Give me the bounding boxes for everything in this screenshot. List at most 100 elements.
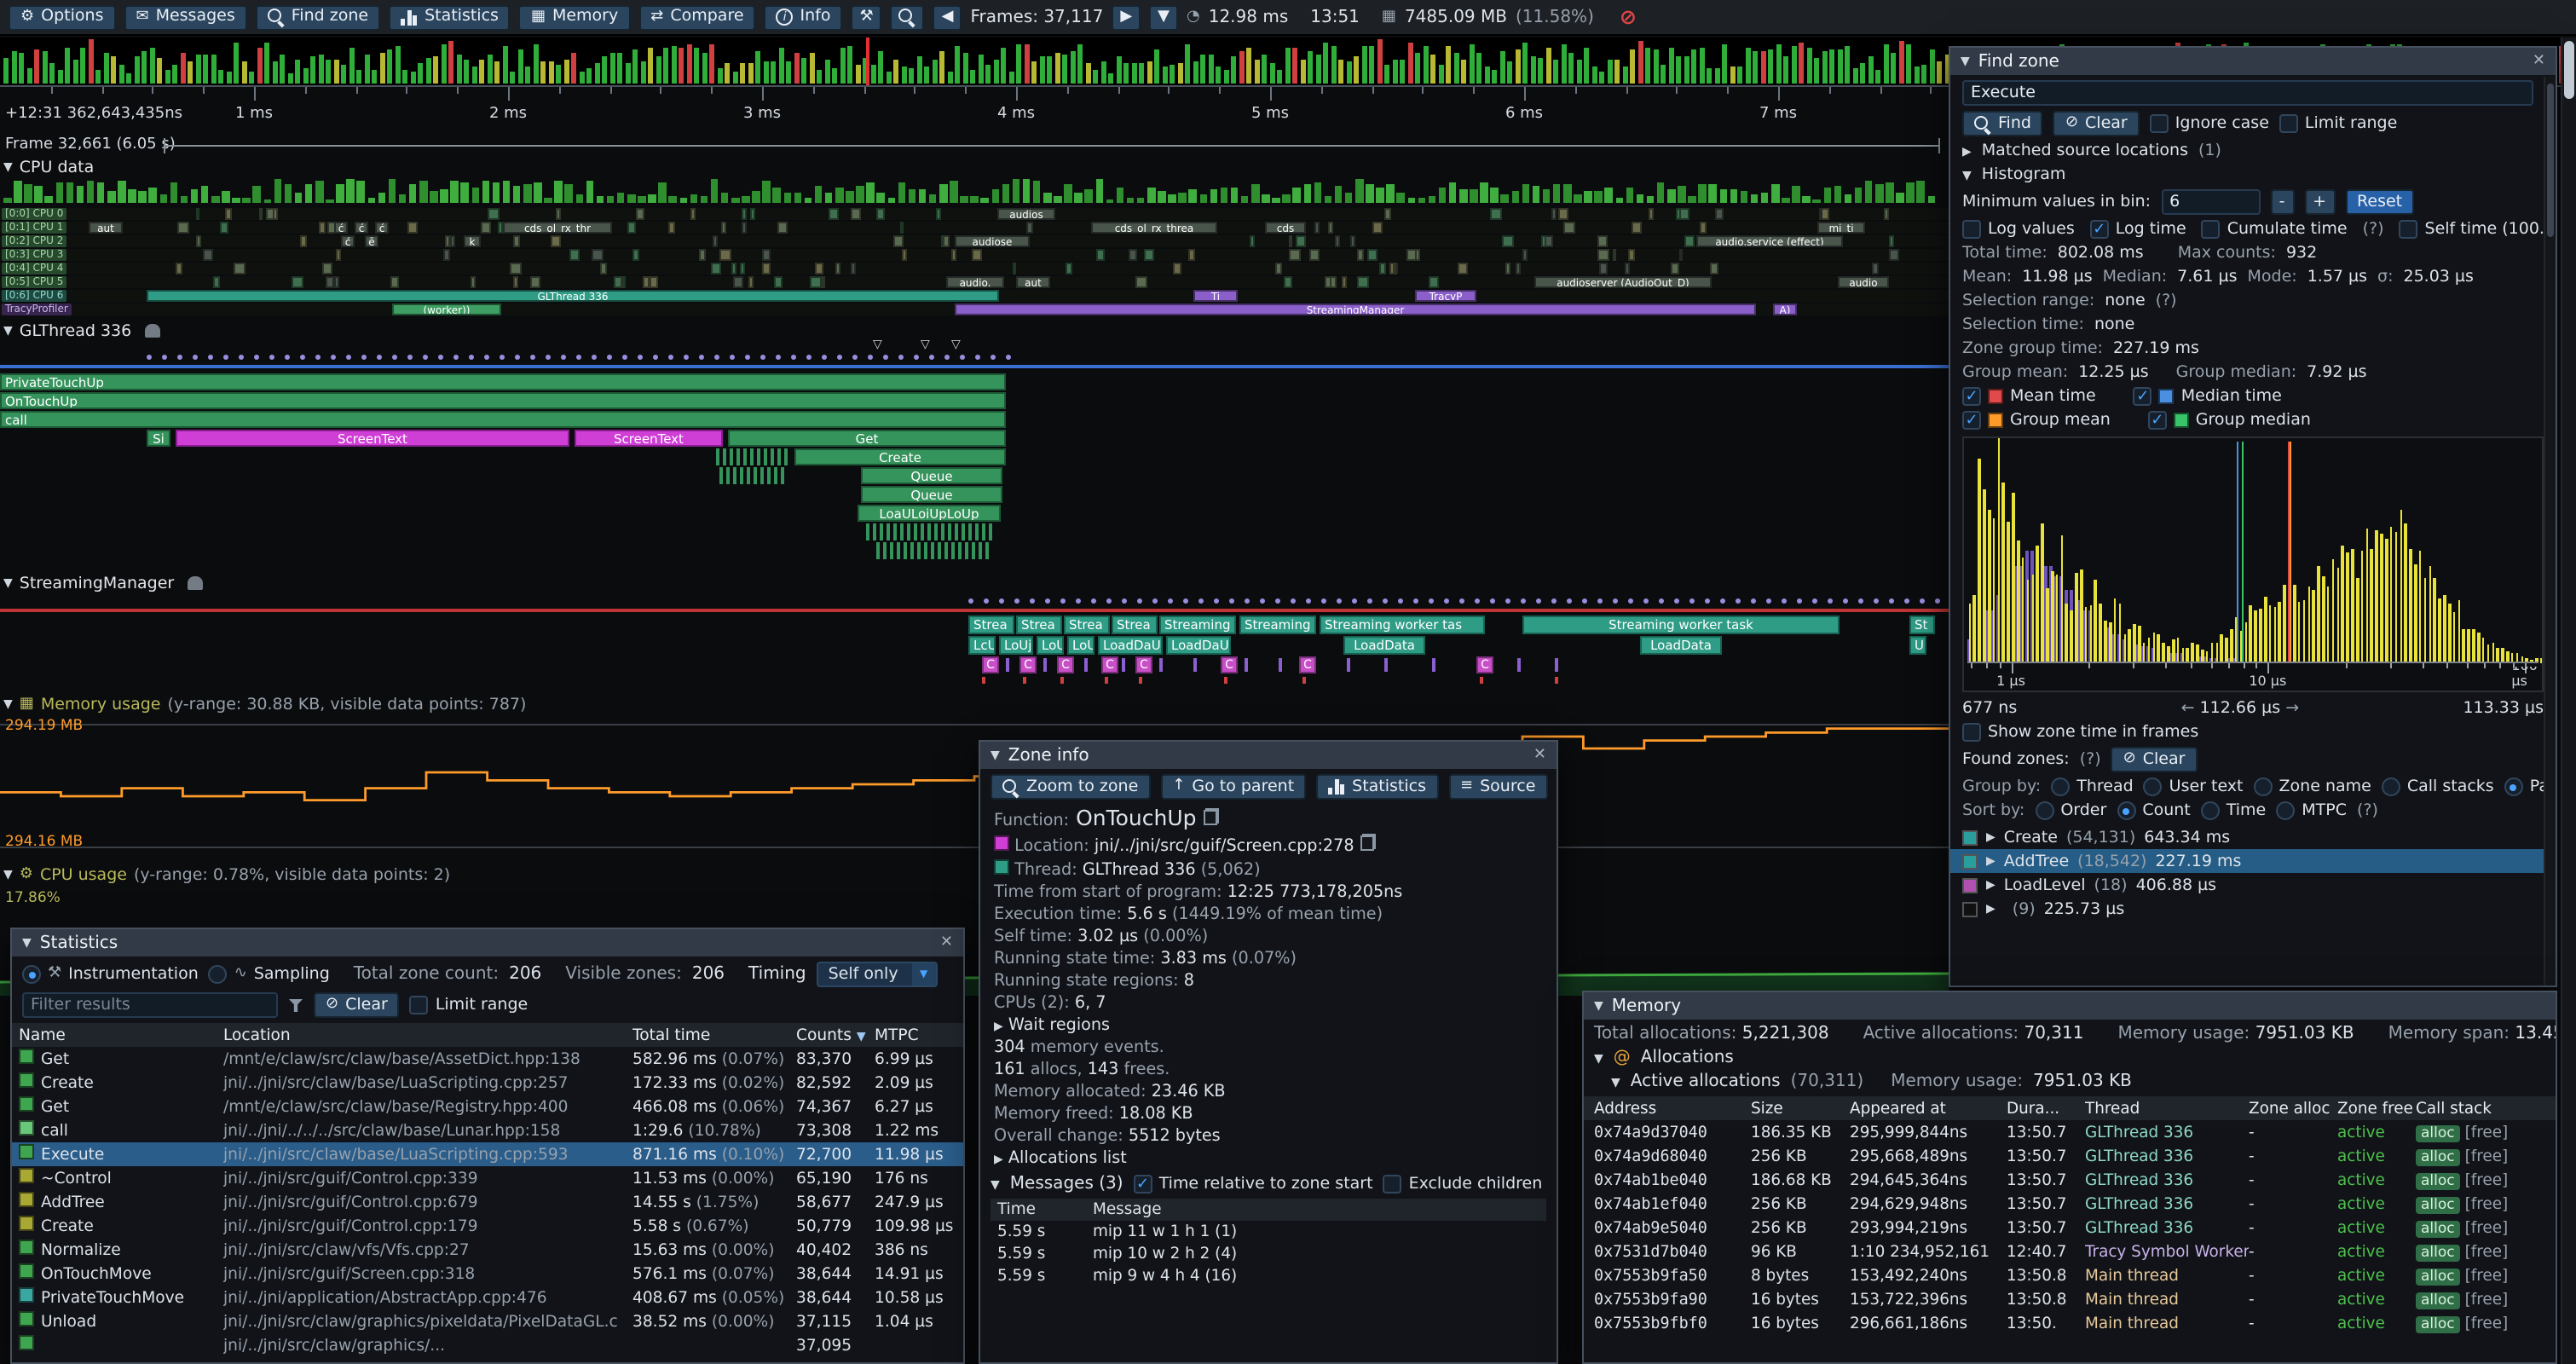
frame-bar[interactable] (1461, 60, 1466, 84)
group-by-call-stacks[interactable]: Call stacks (2382, 777, 2494, 796)
message-dot[interactable] (377, 355, 382, 360)
frame-bar[interactable] (1637, 40, 1643, 84)
timing-select[interactable]: Self only▼ (817, 962, 938, 987)
cpu-core-row[interactable]: GLThread 336TiTracyP[0:6] CPU 6 (0, 290, 1949, 302)
collapse-icon[interactable]: ▶ (1986, 878, 1996, 892)
frame-bar[interactable] (510, 72, 515, 84)
message-dot[interactable] (1183, 598, 1188, 604)
frame-dropdown-button[interactable]: ▼ (1149, 4, 1178, 30)
alloc-link[interactable]: alloc (2416, 1292, 2460, 1309)
frame-bar[interactable] (257, 48, 262, 84)
message-dot[interactable] (592, 355, 597, 360)
timeline-zone[interactable] (876, 542, 989, 559)
frame-bar[interactable] (771, 61, 776, 84)
self-time-checkbox[interactable]: Self time (100.00%) (2400, 220, 2557, 239)
disconnect-icon[interactable]: ⊘ (1620, 5, 1637, 29)
cpu-zone[interactable]: audioserver (AudioOut_D) (1534, 276, 1712, 288)
tools-button[interactable]: ⚒ (852, 4, 882, 30)
frame-bar[interactable] (57, 70, 62, 84)
frame-bar[interactable] (1262, 55, 1267, 84)
legend-checkbox[interactable]: ✓Median time (2134, 387, 2282, 406)
allocation-row[interactable]: 0x74a9d68040256 KB295,668,489ns13:50.7GL… (1584, 1144, 2556, 1168)
table-row[interactable]: Execute jni/../jni/src/claw/base/LuaScri… (12, 1142, 963, 1166)
message-dot[interactable] (984, 598, 989, 604)
allocation-row[interactable]: 0x74a9d37040186.35 KB295,999,844ns13:50.… (1584, 1120, 2556, 1144)
frame-bar[interactable] (671, 47, 676, 84)
cpu-zone[interactable]: k (464, 235, 481, 247)
timeline-zone[interactable]: LoadData (1343, 636, 1425, 655)
min-bin-input[interactable] (2161, 189, 2260, 215)
message-dot[interactable] (423, 355, 428, 360)
cpu-zone[interactable]: Ti (1193, 290, 1238, 302)
allocation-row[interactable]: 0x74ab1be040186.68 KB294,645,364ns13:50.… (1584, 1168, 2556, 1192)
frame-bar[interactable] (1384, 65, 1389, 84)
frame-bar[interactable] (1561, 44, 1566, 84)
message-dot[interactable] (822, 355, 827, 360)
cpu-zone[interactable]: ć (355, 222, 368, 234)
frame-bar[interactable] (794, 52, 799, 84)
cpu-core-row[interactable]: audio.autaudioserver (AudioOut_D)audio[0… (0, 276, 1949, 288)
frame-bar[interactable] (817, 71, 822, 84)
frame-bar[interactable] (379, 53, 384, 84)
message-dot[interactable] (1214, 598, 1219, 604)
frame-bar[interactable] (909, 68, 914, 84)
message-dot[interactable] (1536, 598, 1541, 604)
message-dot[interactable] (999, 598, 1004, 604)
legend-checkbox[interactable]: ✓Mean time (1962, 387, 2096, 406)
c-zone[interactable]: C (982, 656, 999, 673)
clear-filter-button[interactable]: ⊘Clear (314, 992, 400, 1018)
frame-bar[interactable] (1745, 48, 1750, 84)
cpu-zone[interactable]: audio. (946, 276, 1004, 288)
alloc-link[interactable]: alloc (2416, 1244, 2460, 1261)
compare-button[interactable]: ⇄Compare (638, 4, 755, 30)
frame-bar[interactable] (1054, 54, 1060, 84)
frame-bar[interactable] (341, 65, 346, 84)
group-by-zone-name[interactable]: Zone name (2254, 777, 2371, 796)
limit-range-checkbox[interactable]: Limit range (410, 996, 528, 1014)
cpu-zone[interactable]: aut (1016, 276, 1050, 288)
frame-bar[interactable] (1653, 50, 1658, 84)
frame-bar[interactable] (932, 60, 937, 84)
frame-bar[interactable] (1645, 48, 1650, 84)
message-dot[interactable] (1613, 598, 1618, 604)
memory-usage-plot[interactable] (0, 714, 1949, 858)
timeline-zone[interactable]: Streaming (1159, 616, 1236, 634)
frame-bar[interactable] (1760, 52, 1765, 84)
message-dot[interactable] (1198, 598, 1204, 604)
frame-bar[interactable] (1584, 47, 1589, 84)
message-dot[interactable] (1920, 598, 1925, 604)
message-dot[interactable] (745, 355, 750, 360)
frame-bar[interactable] (103, 54, 108, 84)
message-dot[interactable] (515, 355, 520, 360)
frame-bar[interactable] (763, 61, 768, 84)
frame-bar[interactable] (1499, 51, 1505, 84)
frame-bar[interactable] (1806, 49, 1811, 84)
frame-bar[interactable] (1453, 53, 1458, 84)
frame-bar[interactable] (1254, 60, 1259, 84)
message-dot[interactable] (1475, 598, 1480, 604)
frame-bar[interactable] (1707, 67, 1712, 84)
frame-bar[interactable] (72, 60, 78, 84)
frame-bar[interactable] (364, 55, 369, 84)
legend-checkbox[interactable]: ✓Group median (2148, 411, 2311, 430)
frame-bar[interactable] (548, 61, 553, 84)
allocation-row[interactable]: 0x7531d7b04096 KB1:10 234,952,16112:40.7… (1584, 1240, 2556, 1263)
table-row[interactable]: Unload jni/../jni/src/claw/graphics/pixe… (12, 1309, 963, 1333)
timeline-zone[interactable]: LoU (1067, 636, 1095, 655)
free-link[interactable]: [free] (2465, 1242, 2509, 1261)
timeline-zone[interactable]: OnTouchUp (0, 392, 1006, 409)
frame-bar[interactable] (111, 56, 116, 84)
messages-button[interactable]: ✉Messages (124, 4, 246, 30)
timeline-zone[interactable]: ScreenText (176, 430, 569, 447)
message-dot[interactable] (407, 355, 413, 360)
message-dot[interactable] (1766, 598, 1771, 604)
c-zone[interactable]: C (1221, 656, 1238, 673)
exclude-children-checkbox[interactable]: Exclude children (1383, 1175, 1543, 1194)
frame-bar[interactable] (1331, 46, 1336, 84)
frame-bar[interactable] (65, 47, 70, 84)
message-dot[interactable] (699, 355, 704, 360)
message-dot[interactable] (1812, 598, 1817, 604)
frame-bar[interactable] (1545, 47, 1551, 84)
show-zone-time-checkbox[interactable]: Show zone time in frames (1962, 723, 2198, 742)
cpu-core-row[interactable]: [0:3] CPU 3 (0, 249, 1949, 261)
